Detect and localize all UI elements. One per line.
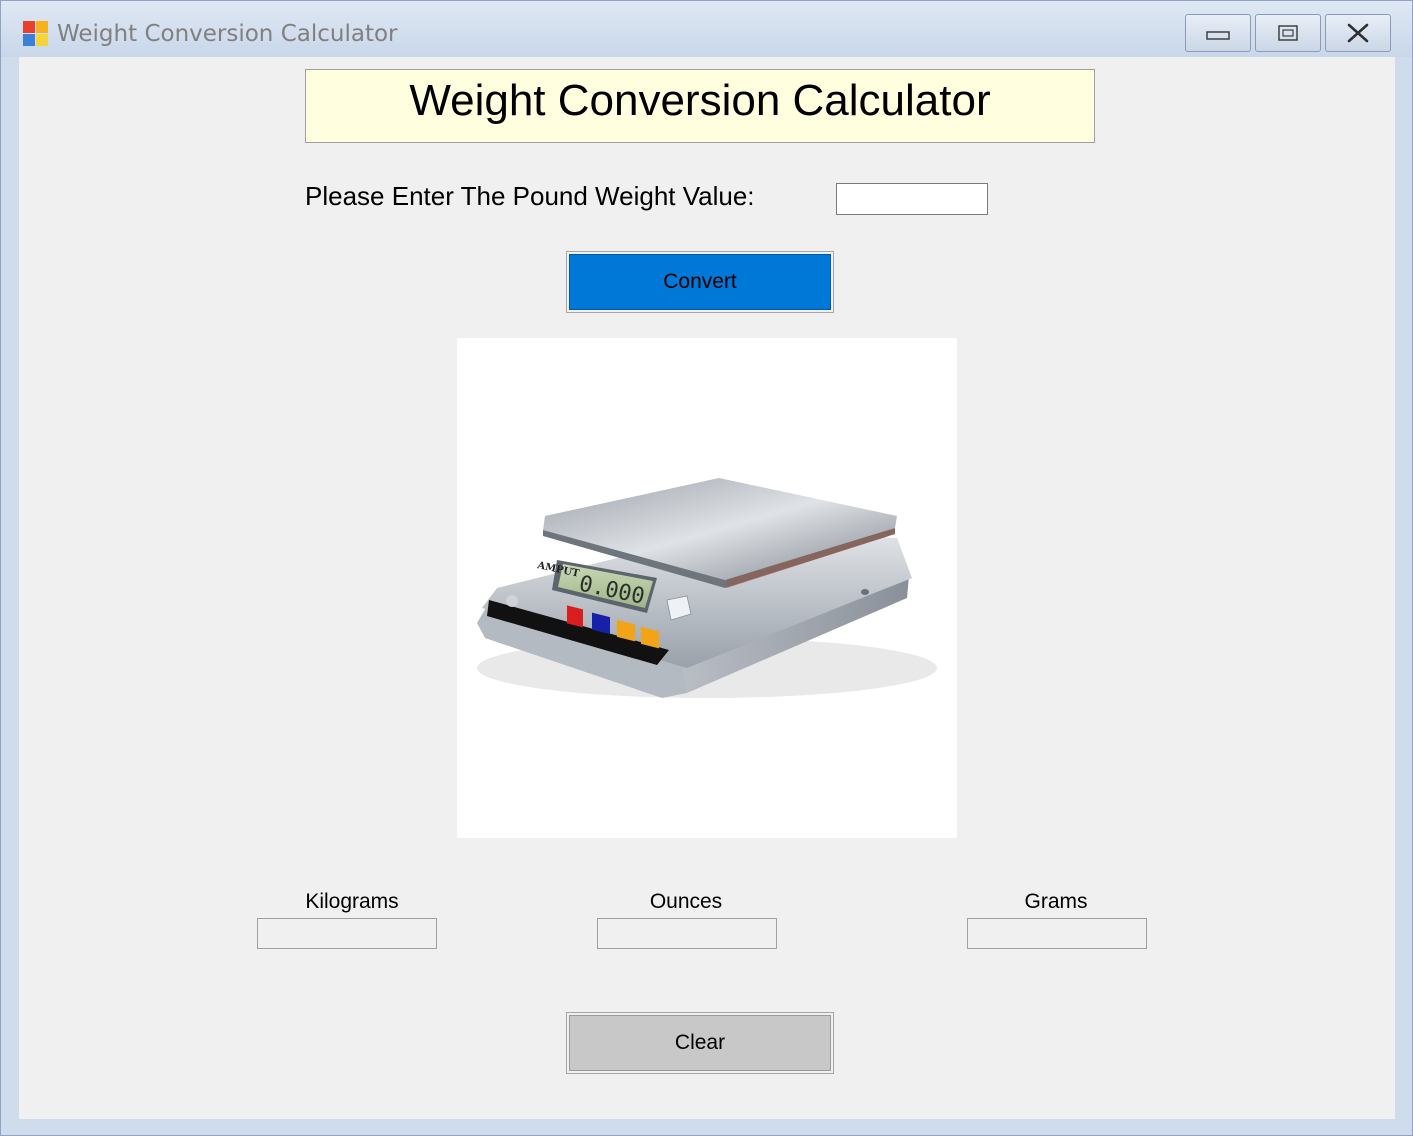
app-window: Weight Conversion Calculator Weight Conv… (0, 0, 1413, 1136)
app-icon (23, 21, 49, 47)
scale-picture: 0.000 AMPUT (457, 338, 957, 838)
form-client-area: Weight Conversion Calculator Please Ente… (19, 57, 1395, 1119)
kilograms-output (257, 918, 437, 949)
grams-output (967, 918, 1147, 949)
minimize-icon (1206, 31, 1230, 40)
maximize-button[interactable] (1255, 14, 1321, 52)
kilograms-label: Kilograms (305, 890, 399, 913)
minimize-button[interactable] (1185, 14, 1251, 52)
convert-button-label: Convert (569, 254, 831, 310)
title-bar[interactable]: Weight Conversion Calculator (1, 1, 1412, 57)
ounces-label: Ounces (649, 890, 723, 913)
electronic-scale-image: 0.000 AMPUT (477, 478, 937, 698)
window-title: Weight Conversion Calculator (57, 21, 398, 47)
ounces-output (597, 918, 777, 949)
page-title: Weight Conversion Calculator (409, 76, 991, 125)
grams-label: Grams (1024, 890, 1088, 913)
clear-button[interactable]: Clear (566, 1012, 834, 1074)
clear-button-label: Clear (569, 1015, 831, 1071)
header-panel: Weight Conversion Calculator (305, 69, 1095, 143)
pound-input[interactable] (836, 183, 988, 215)
convert-button[interactable]: Convert (566, 251, 834, 313)
restore-icon (1278, 25, 1298, 41)
close-icon (1347, 23, 1369, 43)
pound-prompt-label: Please Enter The Pound Weight Value: (305, 181, 755, 211)
close-button[interactable] (1325, 14, 1391, 52)
